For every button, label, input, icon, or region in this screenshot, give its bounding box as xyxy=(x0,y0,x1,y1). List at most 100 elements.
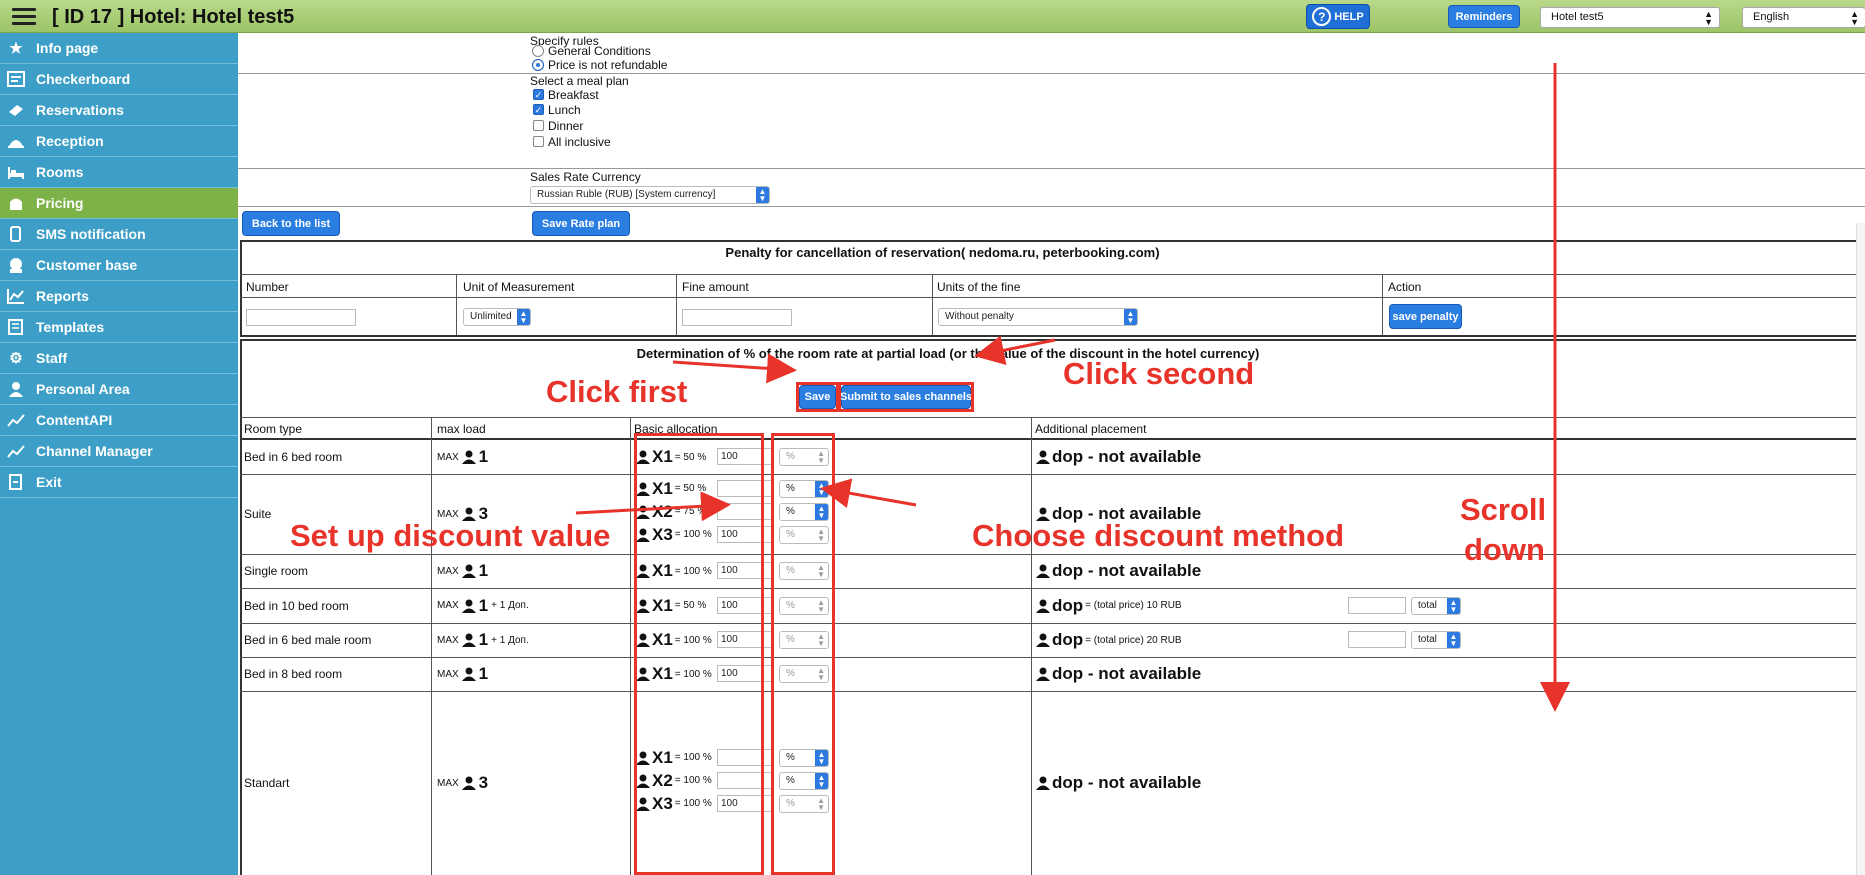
gear-icon: ⚙ xyxy=(9,350,23,367)
page-title: [ ID 17 ] Hotel: Hotel test5 xyxy=(52,6,295,28)
max-label: MAX xyxy=(437,668,459,680)
max-label: MAX xyxy=(437,634,459,646)
max-value: 1 xyxy=(478,447,489,466)
sidebar-item-reservations[interactable]: Reservations xyxy=(0,95,238,126)
max-value: 1 xyxy=(478,664,489,683)
currency-label: Sales Rate Currency xyxy=(530,170,641,184)
table-border xyxy=(240,339,242,875)
max-load-cell: MAX 1 + 1 Доп. xyxy=(437,623,529,657)
table-border xyxy=(240,240,1865,242)
back-to-list-button[interactable]: Back to the list xyxy=(242,211,340,236)
table-border xyxy=(240,339,1865,341)
max-load-cell: MAX 1 xyxy=(437,440,488,474)
penalty-number-input[interactable] xyxy=(246,309,356,326)
sidebar-item-checkerboard[interactable]: Checkerboard xyxy=(0,64,238,95)
room-type-cell: Bed in 8 bed room xyxy=(244,657,342,691)
max-label: MAX xyxy=(437,451,459,463)
all-inclusive-label: All inclusive xyxy=(548,135,611,149)
sidebar-item-personal-area[interactable]: Personal Area xyxy=(0,374,238,405)
dop-not-available-label: dop - not available xyxy=(1052,664,1202,683)
meal-label: Select a meal plan xyxy=(530,74,629,88)
annotation-set-up: Set up discount value xyxy=(290,518,611,553)
language-select[interactable]: English ▲ ▼ xyxy=(1742,7,1865,28)
divider xyxy=(238,168,1865,169)
breakfast-label: Breakfast xyxy=(548,88,599,102)
radio-non-refundable[interactable] xyxy=(532,59,544,71)
sidebar-item-customer-base[interactable]: Customer base xyxy=(0,250,238,281)
highlight-save xyxy=(796,382,839,412)
sidebar-item-reception[interactable]: Reception xyxy=(0,126,238,157)
sidebar-item-reports[interactable]: Reports xyxy=(0,281,238,312)
sidebar-item-exit[interactable]: Exit xyxy=(0,467,238,498)
room-type-label: Suite xyxy=(244,507,272,521)
reminders-button[interactable]: Reminders xyxy=(1448,5,1520,28)
dop-price-label: = (total price) 20 RUB xyxy=(1085,634,1182,646)
radio-non-refundable-label: Price is not refundable xyxy=(548,58,668,72)
sidebar-item-info-page[interactable]: ★ Info page xyxy=(0,33,238,64)
table-border xyxy=(240,274,1865,275)
extra-label: + 1 Доп. xyxy=(491,634,529,646)
divider xyxy=(238,206,1865,207)
sidebar-item-pricing[interactable]: Pricing xyxy=(0,188,238,219)
lunch-label: Lunch xyxy=(548,103,581,117)
room-type-label: Bed in 6 bed male room xyxy=(244,633,372,647)
sidebar-item-contentapi[interactable]: ContentAPI xyxy=(0,405,238,436)
divider xyxy=(238,73,1865,74)
sidebar-item-staff[interactable]: ⚙ Staff xyxy=(0,343,238,374)
customer-icon xyxy=(6,256,26,274)
hotel-select[interactable]: Hotel test5 ▲ ▼ xyxy=(1540,7,1720,28)
updown-icon: ▲ ▼ xyxy=(1124,309,1137,325)
radio-general-conditions[interactable] xyxy=(532,45,544,57)
additional-placement-cell: dop - not available xyxy=(1036,657,1201,691)
save-penalty-button[interactable]: save penalty xyxy=(1389,304,1462,329)
room-type-cell: Standart xyxy=(244,691,289,875)
updown-icon: ▲ ▼ xyxy=(756,187,769,203)
person-icon xyxy=(1036,776,1050,790)
unit-measurement-select[interactable]: Unlimited ▲ ▼ xyxy=(463,308,531,326)
penalty-header-number: Number xyxy=(246,280,289,294)
table-border xyxy=(630,417,631,875)
annotation-down: down xyxy=(1464,532,1545,567)
max-label: MAX xyxy=(437,600,459,611)
checkbox-dinner[interactable] xyxy=(533,120,544,131)
checkbox-all-inclusive[interactable] xyxy=(533,136,544,147)
annotation-click-first: Click first xyxy=(546,374,688,409)
sidebar-item-rooms[interactable]: Rooms xyxy=(0,157,238,188)
menu-icon[interactable] xyxy=(12,8,36,26)
help-button[interactable]: ? HELP xyxy=(1306,4,1370,29)
checkbox-lunch[interactable]: ✓ xyxy=(533,104,544,115)
penalty-header-fine: Fine amount xyxy=(682,280,749,294)
fine-amount-input[interactable] xyxy=(682,309,792,326)
updown-icon: ▲ ▼ xyxy=(1447,632,1460,648)
total-select-value: total xyxy=(1418,634,1437,645)
room-type-label: Bed in 8 bed room xyxy=(244,667,343,681)
header-room-type: Room type xyxy=(244,422,303,436)
person-icon xyxy=(461,450,476,464)
dop-price-input[interactable] xyxy=(1348,631,1406,648)
table-border xyxy=(1031,417,1032,875)
additional-placement-cell: dop - not available xyxy=(1036,440,1201,474)
total-select[interactable]: total ▲ ▼ xyxy=(1411,631,1461,649)
sidebar-item-channel-manager[interactable]: Channel Manager xyxy=(0,436,238,467)
dop-label: dop xyxy=(1052,595,1084,615)
table-border xyxy=(456,274,457,336)
dop-price-input[interactable] xyxy=(1348,596,1406,614)
checkbox-breakfast[interactable]: ✓ xyxy=(533,89,544,100)
save-rate-plan-button[interactable]: Save Rate plan xyxy=(532,211,630,236)
sidebar-item-templates[interactable]: Templates xyxy=(0,312,238,343)
scrollbar[interactable] xyxy=(1856,223,1865,875)
room-type-cell: Suite xyxy=(244,474,271,554)
header-max-load: max load xyxy=(437,422,486,436)
channel-icon xyxy=(6,442,26,460)
additional-placement-cell: dop - not available xyxy=(1036,691,1201,875)
room-type-cell: Bed in 6 bed room xyxy=(244,440,342,474)
updown-icon: ▲ ▼ xyxy=(1704,9,1713,27)
person-icon xyxy=(461,599,476,613)
total-select[interactable]: total ▲ ▼ xyxy=(1411,596,1461,615)
dop-not-available-label: dop - not available xyxy=(1052,773,1202,792)
room-type-label: Standart xyxy=(244,776,290,790)
fine-units-select[interactable]: Without penalty ▲ ▼ xyxy=(938,308,1138,326)
currency-select[interactable]: Russian Ruble (RUB) [System currency] ▲ ▼ xyxy=(530,186,770,204)
penalty-header-fine-units: Units of the fine xyxy=(937,280,1021,294)
sidebar-item-sms-notification[interactable]: SMS notification xyxy=(0,219,238,250)
